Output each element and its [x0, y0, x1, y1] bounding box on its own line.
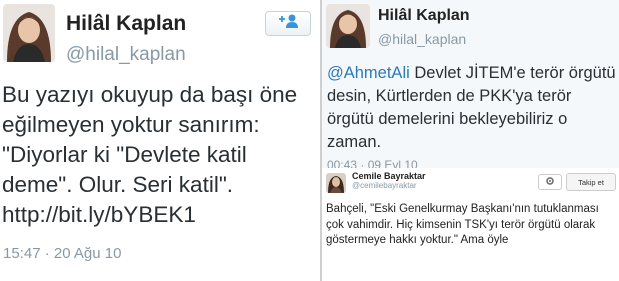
- tweet-cemile-bayraktar: Cemile Bayraktar @cemilebayraktar Takip …: [322, 168, 619, 281]
- add-user-icon: [277, 13, 299, 34]
- more-options-button[interactable]: [538, 174, 562, 190]
- tweet-text: Bu yazıyı okuyup da başı öne eğilmeyen y…: [2, 82, 304, 227]
- follow-button-label: Takip et: [578, 177, 604, 187]
- mention-link[interactable]: @AhmetAli: [327, 64, 410, 82]
- username[interactable]: @hilal_kaplan: [66, 44, 186, 66]
- avatar[interactable]: [326, 173, 346, 193]
- tweet-timestamp[interactable]: 00:43 · 09 Eyl 10: [327, 158, 418, 168]
- gear-icon: [545, 176, 555, 188]
- avatar[interactable]: [326, 4, 370, 48]
- avatar[interactable]: [3, 4, 55, 62]
- tweet-text: Bahçeli, "Eski Genelkurmay Başkanı'nın t…: [326, 203, 603, 246]
- tweet-hilal-kaplan-left: Hilâl Kaplan @hilal_kaplan Bu yazıyı oku…: [0, 0, 320, 281]
- tweet-timestamp[interactable]: 15:47 · 20 Ağu 10: [3, 245, 121, 262]
- display-name[interactable]: Hilâl Kaplan: [378, 7, 470, 25]
- follow-button[interactable]: [265, 11, 311, 36]
- username[interactable]: @cemilebayraktar: [352, 181, 417, 190]
- display-name[interactable]: Hilâl Kaplan: [66, 12, 186, 36]
- tweet-text: @AhmetAli Devlet JİTEM'e terör örgütü de…: [327, 62, 617, 154]
- tweet-hilal-kaplan-right: Hilâl Kaplan @hilal_kaplan @AhmetAli Dev…: [322, 0, 619, 168]
- username[interactable]: @hilal_kaplan: [378, 31, 466, 47]
- follow-button[interactable]: Takip et: [566, 173, 616, 191]
- display-name[interactable]: Cemile Bayraktar: [352, 171, 426, 181]
